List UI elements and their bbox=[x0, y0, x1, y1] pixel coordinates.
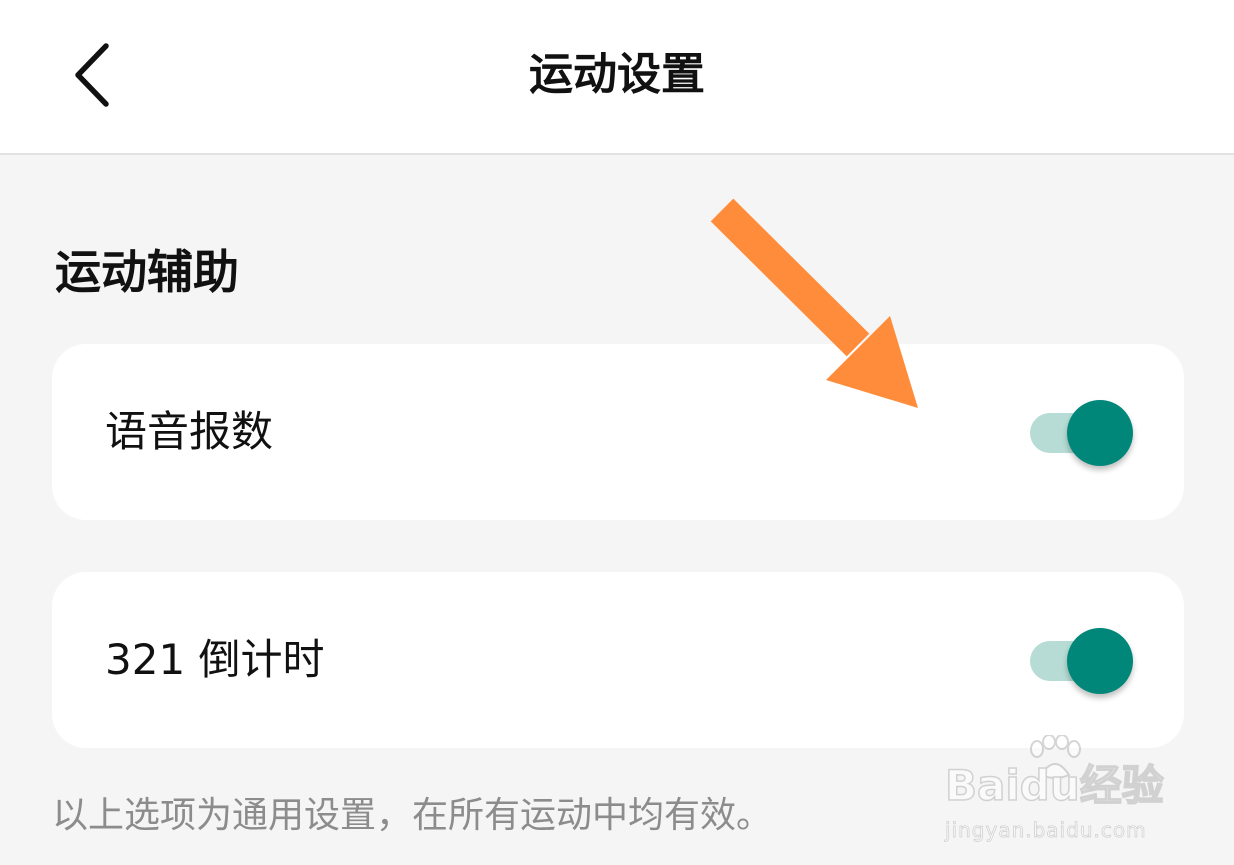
watermark-logo: Baidu经验 bbox=[944, 760, 1164, 811]
sport-settings-screen: 运动设置 运动辅助 语音报数 321 倒计时 以上选项为通用设置，在所有运动中均… bbox=[0, 0, 1234, 865]
countdown-toggle[interactable] bbox=[1030, 626, 1136, 696]
toggle-knob bbox=[1067, 400, 1133, 466]
section-title: 运动辅助 bbox=[55, 245, 239, 299]
watermark: Baidu经验 jingyan.baidu.com bbox=[944, 735, 1185, 845]
setting-row-voice-count: 语音报数 bbox=[52, 344, 1184, 520]
voice-count-toggle[interactable] bbox=[1030, 398, 1136, 468]
arrow-icon bbox=[710, 198, 918, 408]
top-bar: 运动设置 bbox=[0, 0, 1234, 155]
setting-row-countdown: 321 倒计时 bbox=[52, 572, 1184, 748]
settings-footnote: 以上选项为通用设置，在所有运动中均有效。 bbox=[52, 795, 773, 836]
setting-label: 321 倒计时 bbox=[105, 635, 325, 684]
watermark-site: jingyan.baidu.com bbox=[945, 818, 1147, 843]
setting-label: 语音报数 bbox=[105, 407, 274, 456]
page-title: 运动设置 bbox=[529, 49, 705, 100]
toggle-knob bbox=[1067, 628, 1133, 694]
